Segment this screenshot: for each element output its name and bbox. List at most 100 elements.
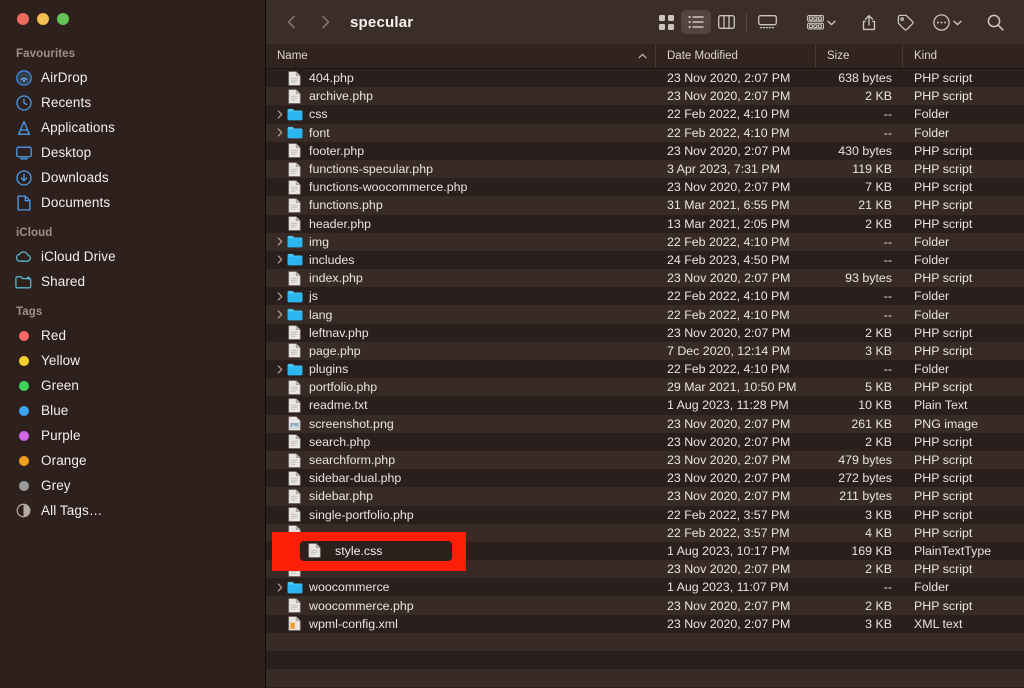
table-row[interactable]: readme.txt 1 Aug 2023, 11:28 PM 10 KB Plain… [266,396,1024,415]
tag-icon[interactable] [890,10,920,34]
table-row[interactable]: searchform.php 23 Nov 2020, 2:07 PM 479 by… [266,450,1024,470]
table-row[interactable]: woocommerce 1 Aug 2023, 11:07 PM -- Folder [266,578,1024,597]
maximize-button[interactable] [57,13,69,25]
file-kind-cell: PHP script [914,71,973,86]
chevron-down-icon[interactable] [827,13,836,31]
chevron-right-icon[interactable] [273,255,286,265]
chevron-right-icon[interactable] [273,237,286,246]
table-row[interactable]: includes 24 Feb 2023, 4:50 PM -- Folder [266,250,1024,270]
sidebar-item-all-tags[interactable]: All Tags… [0,498,265,523]
table-row[interactable]: header.php 13 Mar 2021, 2:05 PM 2 KB PHP sc… [266,214,1024,233]
sidebar-item-label: Red [41,328,67,343]
sidebar-item-yellow[interactable]: Yellow [0,348,265,373]
table-row[interactable]: img 22 Feb 2022, 4:10 PM -- Folder [266,232,1024,251]
back-button[interactable] [278,9,304,35]
sidebar-item-red[interactable]: Red [0,323,265,348]
ellipsis-circle-icon[interactable] [926,10,956,34]
share-icon[interactable] [854,10,884,34]
search-icon[interactable] [980,10,1010,34]
table-row[interactable]: sidebar.php 23 Nov 2020, 2:07 PM 211 bytes… [266,487,1024,506]
sidebar-item-shared[interactable]: Shared [0,269,265,294]
file-name-cell: page.php [266,343,656,359]
table-row[interactable]: lang 22 Feb 2022, 4:10 PM -- Folder [266,305,1024,324]
chevron-right-icon[interactable] [273,364,286,374]
column-header-kind[interactable]: Kind [903,44,1024,68]
sidebar-item-grey[interactable]: Grey [0,473,265,498]
table-row[interactable]: functions-specular.php 3 Apr 2023, 7:31 P… [266,159,1024,179]
sidebar-item-applications[interactable]: Applications [0,115,265,140]
file-name-label: index.php [309,271,363,286]
file-name-label: functions-specular.php [309,162,433,177]
table-row[interactable]: sidebar-dual.php 23 Nov 2020, 2:07 PM 272 … [266,469,1024,488]
table-row[interactable]: woocommerce.php 23 Nov 2020, 2:07 PM 2 KB P… [266,596,1024,615]
toolbar-actions [651,10,1010,34]
sidebar-item-orange[interactable]: Orange [0,448,265,473]
table-row[interactable]: page.php 7 Dec 2020, 12:14 PM 3 KB PHP scri… [266,341,1024,360]
table-row[interactable]: wpml-config.xml 23 Nov 2020, 2:07 PM 3 KB X… [266,614,1024,633]
highlighted-file-row[interactable]: style.css [300,540,452,561]
gallery-icon[interactable] [752,10,782,34]
file-name-label: wpml-config.xml [309,616,398,631]
icon-grid-icon[interactable] [651,10,681,34]
column-header-date-modified[interactable]: Date Modified [656,44,816,68]
file-name-label: header.php [309,216,372,231]
minimize-button[interactable] [37,13,49,25]
file-size-cell: 3 KB [865,616,892,631]
sidebar-item-documents[interactable]: Documents [0,190,265,215]
sidebar-item-purple[interactable]: Purple [0,423,265,448]
chevron-right-icon[interactable] [273,292,286,301]
file-size-cell: 638 bytes [838,71,892,86]
file-icon [306,543,323,558]
list-icon[interactable] [681,10,711,34]
table-row[interactable]: leftnav.php 23 Nov 2020, 2:07 PM 2 KB PHP s… [266,323,1024,342]
table-row[interactable]: font 22 Feb 2022, 4:10 PM -- Folder [266,123,1024,142]
sidebar-item-downloads[interactable]: Downloads [0,165,265,190]
table-row[interactable]: index.php 23 Nov 2020, 2:07 PM 93 bytes PHP… [266,269,1024,288]
folder-icon [286,235,303,248]
more-actions-chevron-icon[interactable] [953,13,962,31]
sidebar-item-blue[interactable]: Blue [0,398,265,423]
sidebar-item-green[interactable]: Green [0,373,265,398]
sidebar-item-recents[interactable]: Recents [0,90,265,115]
table-row[interactable]: 404.php 23 Nov 2020, 2:07 PM 638 bytes PHP … [266,69,1024,88]
group-icon[interactable] [800,10,830,34]
table-row[interactable]: plugins 22 Feb 2022, 4:10 PM -- Folder [266,360,1024,379]
table-row[interactable]: functions.php 31 Mar 2021, 6:55 PM 21 KB PH… [266,196,1024,215]
forward-button[interactable] [312,9,338,35]
file-kind-cell: PHP script [914,525,973,540]
file-name-cell: 404.php [266,70,656,86]
chevron-right-icon[interactable] [273,110,286,119]
table-row[interactable]: search.php 23 Nov 2020, 2:07 PM 2 KB PHP sc… [266,432,1024,451]
file-kind-cell: PHP script [914,180,973,195]
file-date-cell: 23 Nov 2020, 2:07 PM [667,453,791,468]
column-header-name[interactable]: Name [266,44,656,68]
table-row[interactable]: functions-woocommerce.php 23 Nov 2020, 2:… [266,178,1024,197]
table-row[interactable]: css 22 Feb 2022, 4:10 PM -- Folder [266,105,1024,124]
chevron-right-icon[interactable] [273,310,286,319]
file-size-cell: 479 bytes [838,453,892,468]
column-header-size[interactable]: Size [816,44,903,68]
table-row-empty [266,651,1024,670]
table-row[interactable]: portfolio.php 29 Mar 2021, 10:50 PM 5 KB PH… [266,378,1024,397]
table-row[interactable]: single-portfolio.php 22 Feb 2022, 3:57 PM… [266,505,1024,524]
table-row[interactable]: js 22 Feb 2022, 4:10 PM -- Folder [266,287,1024,306]
file-size-cell: -- [883,252,892,267]
chevron-right-icon[interactable] [273,128,286,137]
file-date-cell: 22 Feb 2022, 3:57 PM [667,525,790,540]
sidebar-item-icloud-drive[interactable]: iCloud Drive [0,244,265,269]
sidebar-item-desktop[interactable]: Desktop [0,140,265,165]
file-size-cell: -- [883,107,892,122]
table-row[interactable]: footer.php 23 Nov 2020, 2:07 PM 430 bytes P… [266,141,1024,160]
table-row[interactable]: screenshot.png 23 Nov 2020, 2:07 PM 261 KB… [266,414,1024,433]
close-button[interactable] [17,13,29,25]
file-size-cell: -- [883,125,892,140]
file-list[interactable]: 404.php 23 Nov 2020, 2:07 PM 638 bytes PHP … [266,69,1024,688]
chevron-right-icon[interactable] [273,583,286,592]
sidebar-item-airdrop[interactable]: AirDrop [0,65,265,90]
breadcrumb-title[interactable]: specular [350,14,413,31]
file-name-label: screenshot.png [309,416,394,431]
sidebar-item-label: AirDrop [41,70,88,85]
columns-icon[interactable] [711,10,741,34]
file-name-cell: includes [266,253,656,267]
table-row[interactable]: archive.php 23 Nov 2020, 2:07 PM 2 KB PHP s… [266,87,1024,106]
